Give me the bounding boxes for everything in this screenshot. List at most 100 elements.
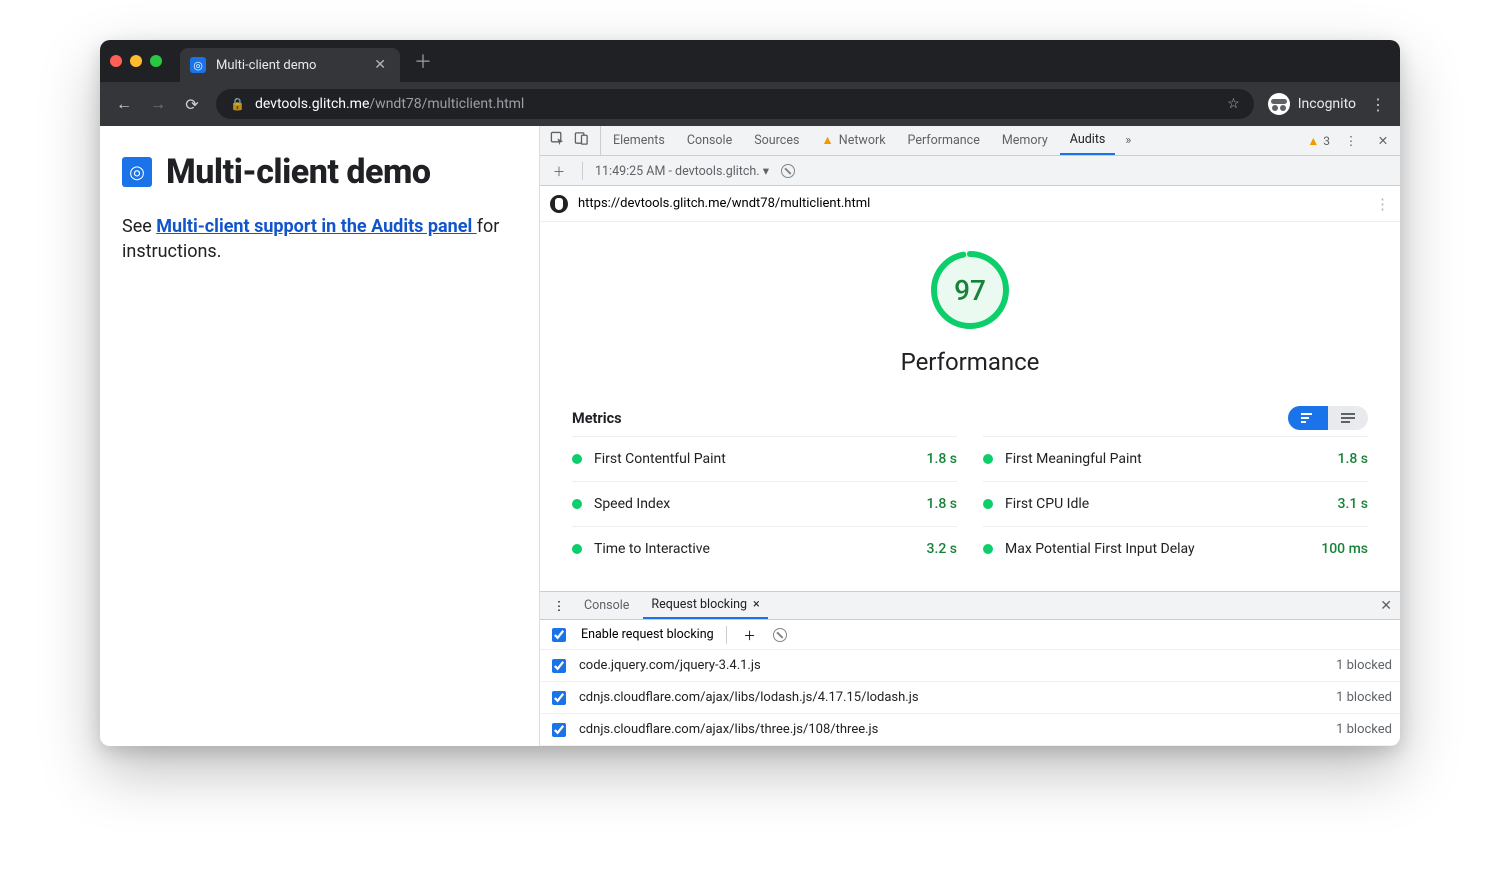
metric-name: First CPU Idle [1005,496,1089,512]
device-toolbar-icon[interactable] [570,131,592,150]
metric-name: Time to Interactive [594,541,710,557]
audit-timestamp-select[interactable]: 11:49:25 AM - devtools.glitch. ▾ [595,163,769,179]
enable-request-blocking-label: Enable request blocking [581,627,714,642]
warning-triangle-icon: ▲ [821,133,833,148]
warnings-count: 3 [1323,134,1330,148]
incognito-icon [1268,93,1290,115]
metric-name: First Contentful Paint [594,451,726,467]
enable-request-blocking-checkbox[interactable] [552,628,566,642]
metric-value: 1.8 s [1338,451,1369,467]
forward-button[interactable]: → [148,94,168,114]
tab-performance[interactable]: Performance [898,126,990,155]
page-link[interactable]: Multi-client support in the Audits panel [156,216,476,237]
warning-triangle-icon: ▲ [1307,134,1319,148]
drawer-close-button[interactable]: ✕ [1380,598,1392,614]
metric-row[interactable]: First Contentful Paint 1.8 s [572,436,957,481]
status-dot-icon [572,454,582,464]
tab-audits[interactable]: Audits [1060,126,1116,155]
devtools-drawer: ⋮ Console Request blocking × ✕ Enable re… [540,591,1400,746]
blocked-url: cdnjs.cloudflare.com/ajax/libs/three.js/… [579,722,878,737]
more-tabs-button[interactable]: » [1117,133,1139,148]
drawer-tab-console[interactable]: Console [576,592,637,619]
metric-row[interactable]: Time to Interactive 3.2 s [572,526,957,571]
metric-value: 3.2 s [927,541,958,557]
audit-url-menu-button[interactable]: ⋮ [1375,195,1390,213]
tab-console[interactable]: Console [677,126,742,155]
browser-tab[interactable]: Multi-client demo ✕ [180,48,400,82]
clear-audits-button[interactable] [781,164,795,178]
tab-title: Multi-client demo [216,58,316,73]
remove-all-patterns-button[interactable] [773,628,787,642]
block-pattern-checkbox[interactable] [552,691,566,705]
add-pattern-button[interactable]: ＋ [739,625,761,644]
request-blocking-toolbar: Enable request blocking ＋ [540,620,1400,650]
devtools-settings-button[interactable]: ⋮ [1340,133,1362,149]
status-dot-icon [983,499,993,509]
devtools-panel: Elements Console Sources ▲ Network Perfo… [540,126,1400,746]
metrics-view-expanded-button[interactable] [1328,406,1368,430]
block-pattern-checkbox[interactable] [552,659,566,673]
devtools-close-button[interactable]: ✕ [1372,133,1394,149]
audits-toolbar: ＋ 11:49:25 AM - devtools.glitch. ▾ [540,156,1400,186]
lock-icon: 🔒 [230,97,245,111]
tab-sources[interactable]: Sources [744,126,809,155]
address-bar[interactable]: 🔒 devtools.glitch.me/wndt78/multiclient.… [216,89,1254,119]
metrics-view-toggle [1288,406,1368,430]
drawer-tab-label: Request blocking [651,597,747,612]
back-button[interactable]: ← [114,94,134,114]
metric-row[interactable]: First Meaningful Paint 1.8 s [983,436,1368,481]
gauge-score: 97 [928,248,1012,332]
bookmark-star-icon[interactable]: ☆ [1227,96,1240,112]
metrics-view-compact-button[interactable] [1288,406,1328,430]
blocked-url: cdnjs.cloudflare.com/ajax/libs/lodash.js… [579,690,919,705]
gauge-label: Performance [540,348,1400,376]
audit-timestamp-label: 11:49:25 AM - devtools.glitch. [595,164,760,179]
new-audit-button[interactable]: ＋ [548,161,570,180]
browser-window: Multi-client demo ✕ ＋ ← → ⟳ 🔒 devtools.g… [100,40,1400,746]
audits-report: 97 Performance Metrics [540,222,1400,591]
new-tab-button[interactable]: ＋ [408,48,438,74]
page-logo-icon: ◎ [122,157,152,187]
toolbar: ← → ⟳ 🔒 devtools.glitch.me/wndt78/multic… [100,82,1400,126]
status-dot-icon [572,499,582,509]
divider [726,626,727,644]
metric-row[interactable]: Max Potential First Input Delay 100 ms [983,526,1368,571]
blocked-request-row[interactable]: cdnjs.cloudflare.com/ajax/libs/three.js/… [540,714,1400,746]
maximize-window-button[interactable] [150,55,162,67]
minimize-window-button[interactable] [130,55,142,67]
blocked-request-row[interactable]: code.jquery.com/jquery-3.4.1.js 1 blocke… [540,650,1400,682]
dropdown-caret-icon: ▾ [763,164,769,179]
status-dot-icon [983,454,993,464]
block-pattern-checkbox[interactable] [552,723,566,737]
metrics-grid: First Contentful Paint 1.8 s First Meani… [540,436,1400,583]
status-dot-icon [983,544,993,554]
metrics-heading: Metrics [572,410,622,427]
lead-prefix: See [122,216,156,237]
inspect-element-icon[interactable] [546,131,568,150]
page-heading: Multi-client demo [166,152,431,192]
page-lead: See Multi-client support in the Audits p… [122,214,517,264]
drawer-tabbar: ⋮ Console Request blocking × ✕ [540,592,1400,620]
drawer-menu-button[interactable]: ⋮ [548,598,570,614]
drawer-tab-close-icon[interactable]: × [753,597,760,612]
metric-value: 1.8 s [927,496,958,512]
tab-memory[interactable]: Memory [992,126,1058,155]
reload-button[interactable]: ⟳ [182,95,202,114]
blocked-url: code.jquery.com/jquery-3.4.1.js [579,658,761,673]
incognito-indicator[interactable]: Incognito [1268,93,1356,115]
performance-gauge: 97 [928,248,1012,332]
tab-close-button[interactable]: ✕ [374,57,386,73]
metric-value: 100 ms [1321,541,1368,557]
metric-row[interactable]: Speed Index 1.8 s [572,481,957,526]
blocked-request-row[interactable]: cdnjs.cloudflare.com/ajax/libs/lodash.js… [540,682,1400,714]
browser-menu-button[interactable]: ⋮ [1370,95,1386,114]
tab-elements[interactable]: Elements [603,126,675,155]
tab-network[interactable]: ▲ Network [811,126,895,155]
warnings-badge[interactable]: ▲ 3 [1307,134,1330,148]
metric-row[interactable]: First CPU Idle 3.1 s [983,481,1368,526]
close-window-button[interactable] [110,55,122,67]
audit-url: https://devtools.glitch.me/wndt78/multic… [578,196,870,211]
divider [582,162,583,180]
metric-name: First Meaningful Paint [1005,451,1142,467]
drawer-tab-request-blocking[interactable]: Request blocking × [643,592,767,619]
